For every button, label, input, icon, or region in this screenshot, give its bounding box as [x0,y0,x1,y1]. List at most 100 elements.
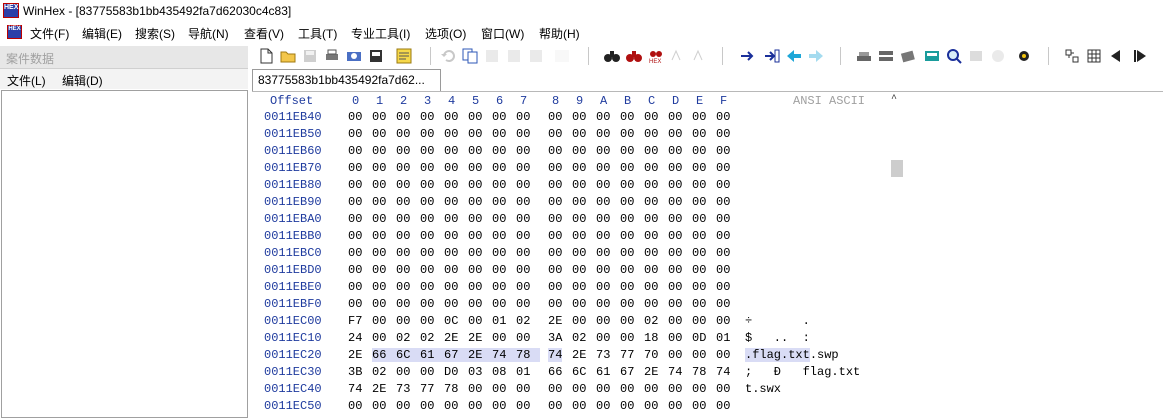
hex-byte[interactable]: 6C [396,348,420,362]
hex-row[interactable]: 0011EC50 00 00 00 00 00 00 00 00 00 00 00 00 00 00 00 00 [252,398,892,415]
hex-byte[interactable]: 00 [492,297,512,311]
hex-byte[interactable]: 2E [372,382,392,396]
hex-byte[interactable]: 00 [396,399,416,413]
hex-byte[interactable]: 00 [396,263,416,277]
hex-byte[interactable]: 00 [716,399,736,413]
hex-byte[interactable]: 3A [548,331,568,345]
hex-byte[interactable]: 78 [444,382,464,396]
row-offset[interactable]: 0011EB80 [264,178,322,192]
hex-byte[interactable]: 61 [420,348,444,362]
hex-byte[interactable]: 00 [444,110,464,124]
hex-byte[interactable]: 00 [716,178,736,192]
hex-byte[interactable]: 00 [668,331,688,345]
hex-byte[interactable]: 00 [492,263,512,277]
hex-byte[interactable]: 00 [620,127,640,141]
hex-byte[interactable]: 00 [372,246,392,260]
hex-byte[interactable]: 00 [668,212,688,226]
hex-byte[interactable]: 00 [516,246,536,260]
hex-byte[interactable]: 00 [716,212,736,226]
hex-byte[interactable]: 00 [372,280,392,294]
hex-byte[interactable]: F7 [348,314,368,328]
hex-byte[interactable]: 00 [716,229,736,243]
hex-byte[interactable]: 00 [644,178,664,192]
settings-icon[interactable] [1016,48,1032,64]
hex-byte[interactable]: 00 [372,331,392,345]
hex-byte[interactable]: 00 [372,195,392,209]
row-offset[interactable]: 0011EBA0 [264,212,322,226]
hex-byte[interactable]: 00 [596,178,616,192]
cut-icon[interactable] [484,48,500,64]
hex-byte[interactable]: 00 [420,178,440,192]
hex-byte[interactable]: 00 [716,382,736,396]
hex-byte[interactable]: 00 [420,212,440,226]
hex-byte[interactable]: 6C [572,365,592,379]
hex-byte[interactable]: 02 [644,314,664,328]
hex-byte[interactable]: 00 [396,161,416,175]
hex-byte[interactable]: 08 [492,365,512,379]
hex-row[interactable]: 0011EBF0 00 00 00 00 00 00 00 00 00 00 00 00 00 00 00 00 [252,296,892,313]
hex-byte[interactable]: 00 [596,127,616,141]
hex-row[interactable]: 0011EC20 2E 66 6C 61 67 2E 74 78 74 2E 73 77 70 00 00 00… [252,347,892,364]
hex-byte[interactable]: 00 [516,161,536,175]
hex-byte[interactable]: 00 [516,178,536,192]
ascii-text[interactable]: ÷ . [745,314,860,328]
hex-byte[interactable]: 00 [620,161,640,175]
hex-byte[interactable]: 00 [444,280,464,294]
row-offset[interactable]: 0011EC20 [264,348,322,362]
hex-byte[interactable]: 00 [668,229,688,243]
hex-row[interactable]: 0011EB70 00 00 00 00 00 00 00 00 00 00 00 00 00 00 00 00 [252,160,892,177]
hex-byte[interactable]: 00 [548,280,568,294]
row-offset[interactable]: 0011EC40 [264,382,322,396]
hex-byte[interactable]: 00 [596,161,616,175]
hex-byte[interactable]: 00 [692,195,712,209]
hex-byte[interactable]: 00 [716,263,736,277]
hex-byte[interactable]: 00 [668,314,688,328]
hex-byte[interactable]: 00 [668,382,688,396]
hex-byte[interactable]: 70 [644,348,664,362]
hex-byte[interactable]: 00 [644,280,664,294]
hex-byte[interactable]: 00 [516,382,536,396]
calculator-icon[interactable] [924,48,940,64]
hex-byte[interactable]: 00 [348,297,368,311]
hex-row[interactable]: 0011EB90 00 00 00 00 00 00 00 00 00 00 00 00 00 00 00 00 [252,194,892,211]
hex-byte[interactable]: 00 [572,161,592,175]
hex-byte[interactable]: 00 [596,195,616,209]
properties-icon[interactable] [346,48,362,64]
hex-byte[interactable]: 00 [572,195,592,209]
hex-byte[interactable]: 00 [396,178,416,192]
hex-byte[interactable]: 00 [348,263,368,277]
hex-byte[interactable]: 00 [620,110,640,124]
hex-byte[interactable]: 00 [372,212,392,226]
hex-byte[interactable]: 00 [396,314,416,328]
hex-byte[interactable]: 67 [444,348,468,362]
hex-byte[interactable]: 00 [668,246,688,260]
hex-byte[interactable]: 00 [468,280,488,294]
ascii-text[interactable]: ; Ð flag.txt [745,365,860,379]
row-offset[interactable]: 0011EBF0 [264,297,322,311]
document-menu-icon[interactable]: HEX [7,25,22,39]
hex-byte[interactable]: 00 [668,348,688,362]
menu-window[interactable]: 窗口(W) [481,25,524,42]
hex-byte[interactable]: 00 [348,246,368,260]
notes-icon[interactable] [396,48,412,64]
hex-byte[interactable]: 00 [716,144,736,158]
hex-byte[interactable]: 00 [492,280,512,294]
hex-byte[interactable]: 00 [468,212,488,226]
replace-text-icon[interactable] [670,48,686,64]
hex-byte[interactable]: 77 [420,382,440,396]
hex-byte[interactable]: 00 [516,212,536,226]
hex-row[interactable]: 0011EBA0 00 00 00 00 00 00 00 00 00 00 00 00 00 00 00 00 [252,211,892,228]
hex-byte[interactable]: 00 [668,127,688,141]
row-offset[interactable]: 0011EC10 [264,331,322,345]
hex-byte[interactable]: 77 [620,348,640,362]
hex-byte[interactable]: 00 [572,246,592,260]
hex-byte[interactable]: 00 [468,127,488,141]
hex-byte[interactable]: 00 [668,161,688,175]
hex-byte[interactable]: 00 [668,280,688,294]
hex-byte[interactable]: 00 [348,178,368,192]
hex-byte[interactable]: 00 [692,161,712,175]
hex-byte[interactable]: 00 [596,314,616,328]
row-offset[interactable]: 0011EBC0 [264,246,322,260]
hex-byte[interactable]: 03 [468,365,488,379]
hex-byte[interactable]: 00 [444,246,464,260]
